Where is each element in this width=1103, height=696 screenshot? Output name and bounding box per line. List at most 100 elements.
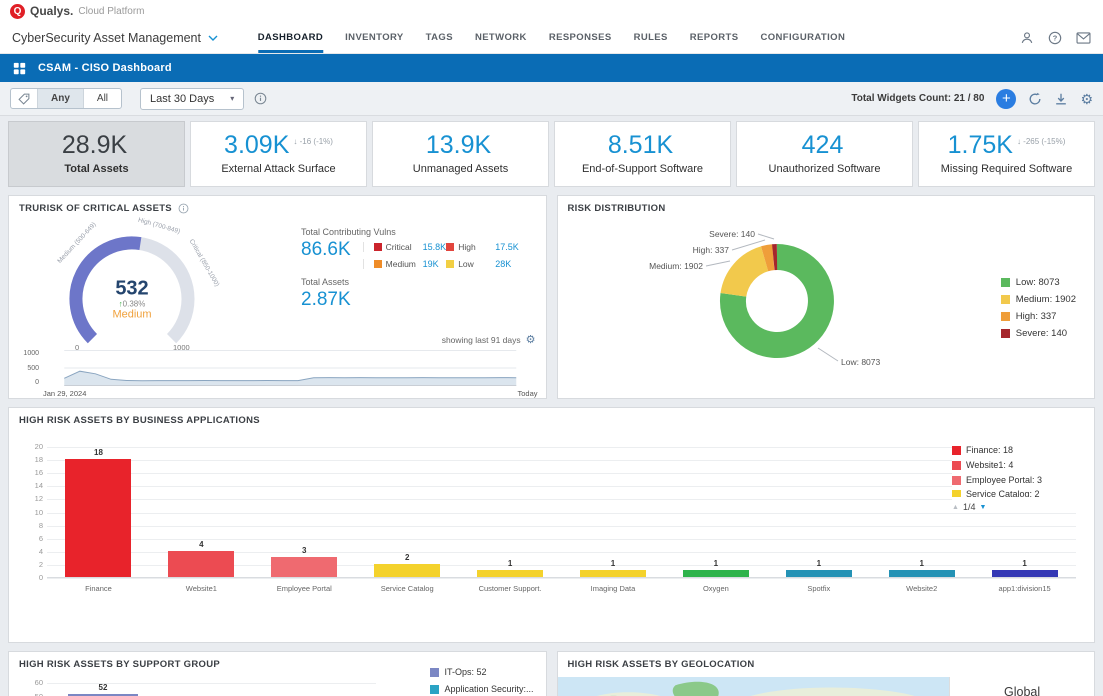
mail-icon[interactable]	[1076, 32, 1091, 44]
widget-risk-distribution: RISK DISTRIBUTION Low: 8073Medium: 1902H…	[557, 195, 1096, 399]
risk-donut-chart[interactable]: Low: 8073Medium: 1902High: 337Severe: 14…	[562, 221, 962, 397]
nav-tab[interactable]: INVENTORY	[345, 22, 404, 53]
widgets-grid: TRURISK OF CRITICAL ASSETS 532 ↑0.38% Me…	[0, 187, 1103, 696]
geo-region-label[interactable]: Global	[1004, 685, 1040, 696]
nav-tab[interactable]: REPORTS	[690, 22, 739, 53]
legend-label: High: 337	[1016, 311, 1057, 322]
info-icon[interactable]	[254, 92, 267, 105]
legend-page-indicator: 1/4	[963, 502, 976, 512]
kpi-value: 13.9K	[426, 133, 491, 158]
bar-category-label: Employee Portal	[255, 584, 354, 594]
contributing-vulns-value: 86.6K	[301, 239, 351, 261]
app-switcher-label: CyberSecurity Asset Management	[12, 31, 201, 45]
download-icon[interactable]	[1054, 92, 1068, 106]
legend-item[interactable]: Employee Portal: 3	[952, 475, 1084, 485]
app-switcher[interactable]: CyberSecurity Asset Management	[12, 31, 218, 45]
kpi-card[interactable]: 8.51K End-of-Support Software	[554, 121, 731, 187]
tag-all-button[interactable]: All	[83, 89, 121, 108]
business-apps-legend: Finance: 18 Website1: 4 Empl	[952, 445, 1084, 512]
legend-item[interactable]: Service Catalog: 2	[952, 490, 1084, 497]
bar-group[interactable]: 1Imaging Data	[562, 447, 665, 577]
bar[interactable]	[992, 570, 1058, 577]
nav-tab[interactable]: RESPONSES	[549, 22, 612, 53]
bar-group[interactable]: 2Service Catalog	[356, 447, 459, 577]
user-icon[interactable]	[1020, 31, 1034, 45]
bar[interactable]	[786, 570, 852, 577]
world-map[interactable]	[558, 677, 950, 696]
legend-item[interactable]: IT-Ops: 52	[430, 667, 533, 677]
svg-text:?: ?	[1053, 33, 1058, 42]
bar-group[interactable]: 18Finance	[47, 447, 150, 577]
bar[interactable]	[374, 564, 440, 577]
legend-value: 28K	[495, 259, 511, 269]
legend-page-up-icon[interactable]: ▲	[952, 504, 959, 511]
business-apps-bar-chart: 02468101214161820 18Finance4Website13Emp…	[47, 447, 1076, 578]
tag-any-button[interactable]: Any	[37, 89, 83, 108]
bar-group[interactable]: 1Customer Support.	[459, 447, 562, 577]
bar-value: 2	[405, 554, 409, 562]
bar[interactable]	[580, 570, 646, 577]
bar-group[interactable]: 52	[47, 683, 159, 696]
bar-group[interactable]: 3Employee Portal	[253, 447, 356, 577]
legend-swatch	[1001, 312, 1010, 321]
nav-row: CyberSecurity Asset Management DASHBOARD…	[0, 22, 1103, 54]
nav-tab[interactable]: RULES	[634, 22, 668, 53]
bar[interactable]	[683, 570, 749, 577]
settings-gear-icon[interactable]: ⚙	[1080, 92, 1093, 106]
legend-item[interactable]: High: 337	[1001, 311, 1076, 322]
bar-group[interactable]: 1Oxygen	[664, 447, 767, 577]
legend-page-down-icon[interactable]: ▼	[979, 504, 986, 511]
kpi-card[interactable]: 13.9K Unmanaged Assets	[372, 121, 549, 187]
bar[interactable]	[65, 459, 131, 577]
widget-business-apps: HIGH RISK ASSETS BY BUSINESS APPLICATION…	[8, 407, 1095, 643]
legend-item[interactable]: Medium: 1902	[1001, 294, 1076, 305]
svg-text:Severe: 140: Severe: 140	[709, 229, 755, 239]
dashboard-switcher-icon[interactable]	[0, 62, 38, 75]
help-icon[interactable]: ?	[1048, 31, 1062, 45]
brand-name: Qualys.	[30, 4, 73, 18]
date-range-select[interactable]: Last 30 Days ▾	[140, 88, 244, 110]
chevron-down-icon: ▾	[230, 94, 234, 103]
dashboard-toolbar: Any All Last 30 Days ▾ Total Widgets Cou…	[0, 82, 1103, 116]
chart-bars: 18Finance4Website13Employee Portal2Servi…	[47, 447, 1076, 577]
widget-settings-gear-icon[interactable]: ⚙	[526, 333, 536, 346]
bar[interactable]	[889, 570, 955, 577]
legend-item[interactable]: Severe: 140	[1001, 328, 1076, 339]
bar-value: 1	[714, 560, 718, 568]
header-icons: ?	[1020, 31, 1091, 45]
bar-category-label: Imaging Data	[564, 584, 663, 594]
add-widget-button[interactable]: +	[996, 89, 1016, 109]
widget-title: TRURISK OF CRITICAL ASSETS	[19, 203, 172, 214]
nav-tab[interactable]: CONFIGURATION	[761, 22, 846, 53]
legend-item[interactable]: Application Security:...	[430, 684, 533, 694]
total-assets-label: Total Assets	[301, 277, 533, 287]
bar[interactable]	[477, 570, 543, 577]
kpi-label: Total Assets	[64, 163, 128, 175]
bar-group[interactable]: 1Spotfix	[767, 447, 870, 577]
bar[interactable]	[271, 557, 337, 577]
bar-value: 3	[302, 547, 306, 555]
legend-swatch	[1001, 278, 1010, 287]
kpi-card[interactable]: 3.09K ↓ -16 (-1%) External Attack Surfac…	[190, 121, 367, 187]
legend-item[interactable]: Low: 8073	[1001, 277, 1076, 288]
legend-item[interactable]: Website1: 4	[952, 460, 1084, 470]
kpi-label: Unauthorized Software	[769, 163, 881, 175]
trurisk-delta: ↑0.38%	[87, 300, 177, 309]
kpi-label: End-of-Support Software	[582, 163, 703, 175]
bar[interactable]	[168, 551, 234, 577]
kpi-card[interactable]: 424 Unauthorized Software	[736, 121, 913, 187]
legend-swatch	[952, 490, 961, 497]
contributing-vulns-label: Total Contributing Vulns	[301, 227, 533, 237]
legend-label: Finance: 18	[966, 445, 1013, 455]
info-icon[interactable]	[178, 203, 189, 214]
nav-tab[interactable]: DASHBOARD	[258, 22, 323, 53]
bar-value: 1	[508, 560, 512, 568]
legend-item[interactable]: Finance: 18	[952, 445, 1084, 455]
nav-tab[interactable]: NETWORK	[475, 22, 527, 53]
kpi-delta: ↓ -265 (-15%)	[1017, 137, 1065, 146]
bar-group[interactable]: 4Website1	[150, 447, 253, 577]
kpi-card[interactable]: 1.75K ↓ -265 (-15%) Missing Required Sof…	[918, 121, 1095, 187]
kpi-card[interactable]: 28.9K Total Assets	[8, 121, 185, 187]
nav-tab[interactable]: TAGS	[426, 22, 453, 53]
refresh-icon[interactable]	[1028, 92, 1042, 106]
